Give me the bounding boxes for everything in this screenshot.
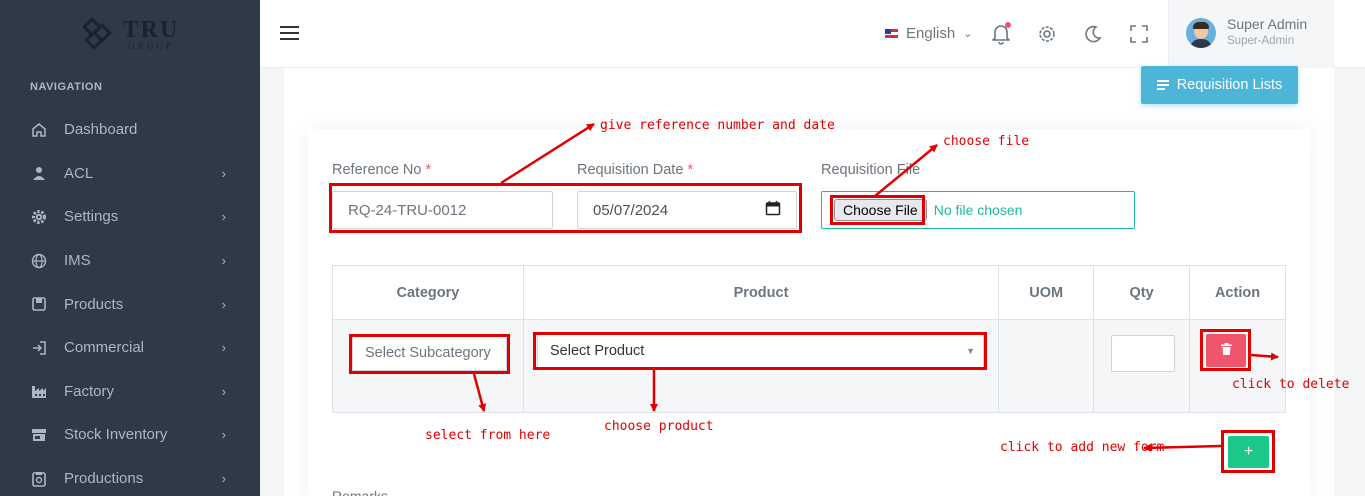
arrow-reference-date	[500, 122, 595, 185]
arrow-delete	[1250, 352, 1279, 361]
arrow-select-from-here	[472, 373, 487, 412]
annotation-select-from-here: select from here	[425, 428, 551, 443]
arrow-choose-file	[874, 144, 938, 197]
annotation-reference-date: give reference number and date	[600, 118, 835, 133]
annotation-add-form: click to add new form	[1000, 440, 1165, 455]
annotation-delete: click to delete	[1232, 377, 1350, 392]
annotation-choose-file: choose file	[943, 134, 1030, 149]
annotation-choose-product: choose product	[604, 419, 714, 434]
